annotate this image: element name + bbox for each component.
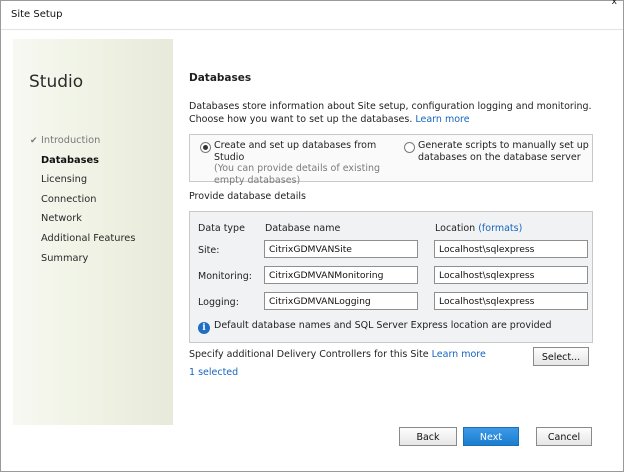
- step-label: Connection: [41, 193, 97, 205]
- monitoring-db-name-input[interactable]: [264, 266, 418, 284]
- wizard-steps: ✔ Introduction Databases Licensing Connec…: [30, 131, 135, 268]
- details-label: Provide database details: [189, 191, 306, 202]
- intro-line-2-text: Choose how you want to set up the databa…: [189, 113, 413, 125]
- col-header-type: Data type: [198, 223, 245, 234]
- logging-db-location-input[interactable]: [434, 292, 588, 310]
- database-details: Data type Database name Location (format…: [189, 211, 593, 343]
- generate-option-label: Generate scripts to manually set up data…: [418, 140, 589, 163]
- controllers-selected-link[interactable]: 1 selected: [189, 367, 238, 378]
- studio-brand: Studio: [29, 72, 84, 92]
- close-icon[interactable]: x: [612, 0, 617, 7]
- formats-link[interactable]: (formats): [478, 223, 522, 234]
- select-controllers-button[interactable]: Select...: [533, 347, 589, 366]
- page-title: Databases: [189, 72, 252, 84]
- learn-more-link[interactable]: Learn more: [415, 114, 469, 125]
- create-option-label: Create and set up databases from Studio: [214, 140, 377, 163]
- main-panel: Databases Databases store information ab…: [173, 39, 623, 469]
- setup-options: Create and set up databases from Studio …: [189, 134, 593, 186]
- title-bar: Site Setup x: [1, 0, 623, 30]
- step-label: Additional Features: [41, 232, 136, 244]
- col-header-location: Location (formats): [435, 223, 522, 234]
- create-option-sub: (You can provide details of existing emp…: [214, 163, 381, 186]
- logging-db-name-input[interactable]: [264, 292, 418, 310]
- intro-line-2: Choose how you want to set up the databa…: [189, 114, 619, 127]
- cancel-button[interactable]: Cancel: [536, 427, 592, 446]
- step-label: Summary: [41, 252, 89, 264]
- row-label-monitoring: Monitoring:: [198, 271, 253, 282]
- step-licensing[interactable]: Licensing: [30, 170, 135, 190]
- window-title: Site Setup: [11, 9, 63, 20]
- col-header-name: Database name: [265, 223, 341, 234]
- wizard-sidebar: Studio ✔ Introduction Databases Licensing…: [13, 39, 173, 425]
- create-radio[interactable]: [200, 142, 211, 153]
- info-icon: i: [198, 322, 210, 334]
- create-option-text: Create and set up databases from Studio …: [214, 140, 400, 186]
- step-databases[interactable]: Databases: [30, 151, 135, 171]
- default-info: i Default database names and SQL Server E…: [198, 320, 552, 334]
- step-label: Network: [41, 213, 82, 225]
- step-label: Introduction: [41, 135, 101, 146]
- controllers-label-text: Specify additional Delivery Controllers …: [189, 349, 429, 360]
- controllers-learn-more-link[interactable]: Learn more: [432, 349, 486, 360]
- info-text: Default database names and SQL Server Ex…: [214, 320, 552, 331]
- step-label: Licensing: [41, 174, 88, 186]
- step-additional-features[interactable]: Additional Features: [30, 229, 135, 249]
- row-label-logging: Logging:: [198, 297, 239, 308]
- location-header-text: Location: [435, 223, 476, 234]
- step-introduction[interactable]: ✔ Introduction: [30, 131, 135, 151]
- back-button[interactable]: Back: [399, 427, 457, 446]
- next-button[interactable]: Next: [463, 427, 519, 446]
- site-db-name-input[interactable]: [264, 240, 418, 258]
- checkmark-icon: ✔: [30, 136, 38, 146]
- step-summary[interactable]: Summary: [30, 249, 135, 269]
- radio-dot: [203, 145, 208, 150]
- generate-radio[interactable]: [404, 142, 415, 153]
- monitoring-db-location-input[interactable]: [434, 266, 588, 284]
- step-network[interactable]: Network: [30, 209, 135, 229]
- step-label: Databases: [41, 154, 99, 166]
- controllers-selected-count: 1 selected: [189, 367, 239, 378]
- step-connection[interactable]: Connection: [30, 190, 135, 210]
- intro-text: Databases store information about Site s…: [189, 101, 619, 126]
- site-setup-window: Site Setup x Studio ✔ Introduction Databa…: [0, 0, 624, 472]
- row-label-site: Site:: [198, 245, 220, 256]
- controllers-label: Specify additional Delivery Controllers …: [189, 349, 486, 360]
- intro-line-1: Databases store information about Site s…: [189, 101, 592, 112]
- site-db-location-input[interactable]: [434, 240, 588, 258]
